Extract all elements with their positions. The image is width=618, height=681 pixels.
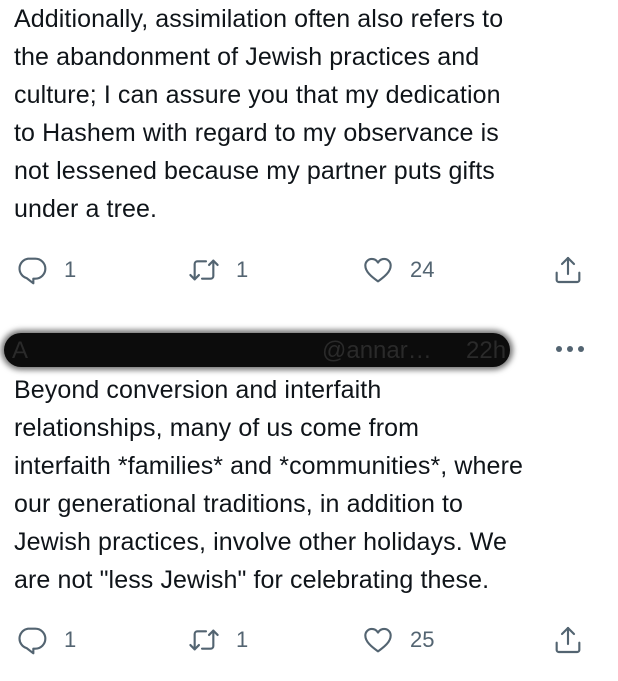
share-button[interactable] — [552, 620, 584, 660]
retweet-button[interactable]: 1 — [188, 250, 248, 290]
retweet-icon — [189, 629, 219, 651]
reply-icon — [18, 257, 47, 285]
share-icon — [555, 256, 581, 284]
author-handle[interactable]: @annar… — [322, 337, 432, 365]
reply-count: 1 — [64, 257, 77, 282]
like-count: 24 — [410, 257, 435, 282]
more-icon[interactable] — [554, 342, 588, 356]
reply-icon — [18, 627, 47, 655]
author-name[interactable]: A — [12, 337, 28, 365]
like-button[interactable]: 24 — [362, 250, 434, 290]
share-button[interactable] — [552, 250, 584, 290]
timestamp[interactable]: 22h — [466, 337, 506, 365]
like-button[interactable]: 25 — [362, 620, 434, 660]
retweet-icon — [189, 259, 219, 281]
like-count: 25 — [410, 627, 435, 652]
retweet-count: 1 — [236, 257, 249, 282]
retweet-count: 1 — [236, 627, 249, 652]
tweet-action-bar: 1 1 24 — [0, 250, 618, 290]
tweet-text: Additionally, assimilation often also re… — [14, 5, 504, 223]
reply-button[interactable]: 1 — [16, 620, 76, 660]
redacted-author-info: A @annar… 22h — [4, 333, 510, 367]
tweet-text: Beyond conversion and interfaith relatio… — [14, 376, 523, 594]
tweet-action-bar: 1 1 25 — [0, 620, 618, 660]
tweet-header: A @annar… 22h — [0, 330, 618, 370]
reply-button[interactable]: 1 — [16, 250, 76, 290]
share-icon — [555, 626, 581, 654]
heart-icon — [364, 627, 392, 653]
reply-count: 1 — [64, 627, 77, 652]
heart-icon — [364, 257, 392, 283]
retweet-button[interactable]: 1 — [188, 620, 248, 660]
